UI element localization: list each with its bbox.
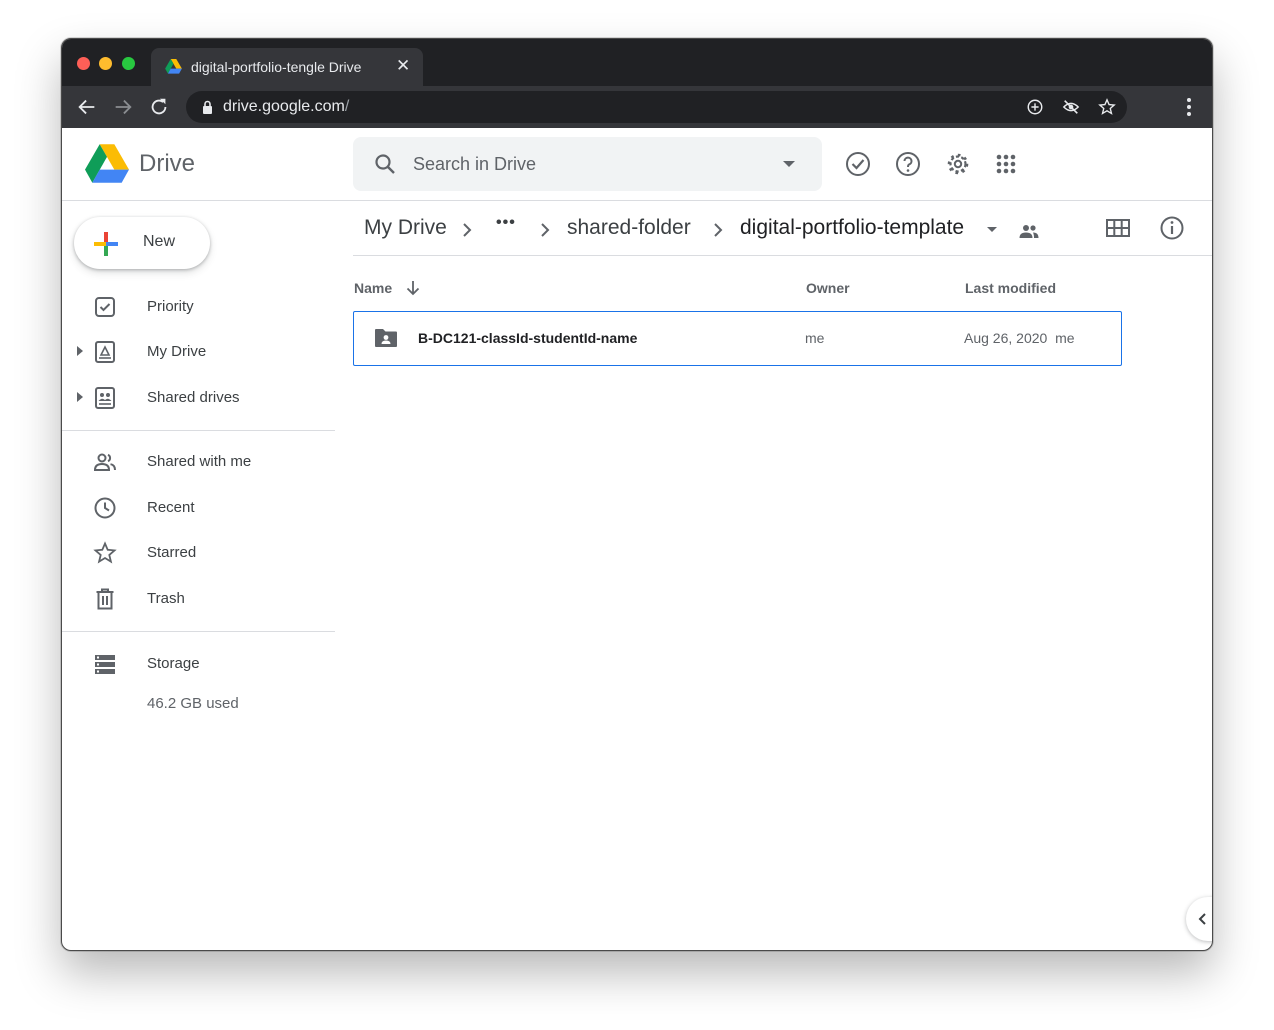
my-drive-icon <box>95 341 115 363</box>
shared-drives-icon <box>95 387 115 409</box>
install-app-icon[interactable] <box>1026 98 1044 116</box>
main-divider <box>353 255 1212 256</box>
breadcrumb-shared-folder[interactable]: shared-folder <box>567 216 691 240</box>
maximize-window-button[interactable] <box>122 57 135 70</box>
new-button-label: New <box>143 233 176 250</box>
browser-tab[interactable]: digital-portfolio-tengle Drive ✕ <box>151 48 423 86</box>
folder-menu-dropdown-icon[interactable] <box>984 223 1000 237</box>
address-bar[interactable]: drive.google.com/ <box>186 91 1127 123</box>
url-text: drive.google.com/ <box>223 98 349 116</box>
clock-icon <box>94 497 116 519</box>
new-button[interactable]: New <box>74 217 210 269</box>
offline-ready-icon[interactable] <box>844 150 872 178</box>
browser-menu-icon[interactable] <box>1179 96 1199 118</box>
info-icon[interactable] <box>1159 215 1185 241</box>
sidebar-item-trash[interactable]: Trash <box>62 581 334 617</box>
bookmark-star-icon[interactable] <box>1098 98 1116 116</box>
file-name: B-DC121-classId-studentId-name <box>418 330 638 346</box>
sidebar-item-shared-drives[interactable]: Shared drives <box>62 380 334 416</box>
tab-title: digital-portfolio-tengle Drive <box>191 59 362 75</box>
chevron-right-icon <box>541 223 550 237</box>
minimize-window-button[interactable] <box>99 57 112 70</box>
sidebar-item-label: Shared drives <box>147 389 240 406</box>
sidebar-item-starred[interactable]: Starred <box>62 535 334 571</box>
star-icon <box>93 541 117 564</box>
sidebar-item-priority[interactable]: Priority <box>62 289 334 325</box>
sidebar-item-label: Trash <box>147 590 185 607</box>
drive-logo-icon[interactable] <box>85 144 129 184</box>
storage-label: Storage <box>147 655 200 672</box>
close-window-button[interactable] <box>77 57 90 70</box>
sidebar-item-label: Priority <box>147 298 194 315</box>
plus-icon <box>94 232 118 256</box>
shared-folder-icon <box>375 329 397 347</box>
sidebar-item-label: Starred <box>147 544 197 561</box>
search-bar <box>353 137 822 191</box>
storage-icon <box>95 655 115 674</box>
shared-folder-people-icon[interactable] <box>1018 221 1040 241</box>
url-path: / <box>344 98 350 115</box>
url-host: drive.google.com <box>223 98 345 115</box>
back-arrow-icon[interactable] <box>76 96 98 118</box>
browser-toolbar: drive.google.com/ <box>62 86 1212 128</box>
chevron-left-icon <box>1198 913 1206 925</box>
sidebar-divider <box>62 430 335 431</box>
file-owner: me <box>805 330 825 346</box>
help-icon[interactable] <box>894 150 922 178</box>
people-icon <box>93 453 116 471</box>
apps-grid-icon[interactable] <box>992 150 1020 178</box>
table-row[interactable]: B-DC121-classId-studentId-name me Aug 26… <box>353 311 1122 366</box>
column-header-owner[interactable]: Owner <box>806 280 850 296</box>
browser-window: digital-portfolio-tengle Drive ✕ drive.g… <box>61 38 1213 951</box>
file-last-modified: Aug 26, 2020 me <box>964 330 1075 346</box>
drive-favicon-icon <box>165 59 182 74</box>
sidebar-divider <box>62 631 335 632</box>
forward-arrow-icon[interactable] <box>112 96 134 118</box>
breadcrumb-my-drive[interactable]: My Drive <box>364 216 447 240</box>
breadcrumb-more[interactable]: ••• <box>496 214 516 232</box>
sidebar-item-recent[interactable]: Recent <box>62 490 334 526</box>
settings-gear-icon[interactable] <box>944 150 972 178</box>
breadcrumb-current-folder[interactable]: digital-portfolio-template <box>740 216 964 240</box>
title-bar: digital-portfolio-tengle Drive ✕ <box>62 39 1212 86</box>
priority-icon <box>95 297 115 317</box>
tab-close-icon[interactable]: ✕ <box>396 56 410 76</box>
sidebar-item-my-drive[interactable]: My Drive <box>62 334 334 370</box>
sidebar-item-label: Recent <box>147 499 195 516</box>
search-icon[interactable] <box>373 152 397 176</box>
sidebar-item-label: Shared with me <box>147 453 252 470</box>
grid-view-icon[interactable] <box>1105 217 1131 239</box>
sidebar-item-shared-with-me[interactable]: Shared with me <box>62 444 334 480</box>
search-options-icon[interactable] <box>778 156 800 172</box>
sidebar-item-label: My Drive <box>147 343 207 360</box>
sort-arrow-down-icon[interactable] <box>404 279 422 297</box>
trash-icon <box>96 588 114 610</box>
column-header-last-modified[interactable]: Last modified <box>965 280 1056 296</box>
sidebar-item-storage[interactable]: Storage <box>62 646 334 682</box>
app-name[interactable]: Drive <box>139 150 195 178</box>
lock-icon <box>203 100 212 114</box>
side-panel-toggle-button[interactable] <box>1186 897 1212 941</box>
storage-used-text: 46.2 GB used <box>147 695 239 712</box>
chevron-right-icon <box>463 223 472 237</box>
eye-off-icon[interactable] <box>1062 98 1080 116</box>
column-header-name[interactable]: Name <box>354 280 392 296</box>
search-input[interactable] <box>413 149 773 179</box>
drive-header: Drive <box>62 128 1212 201</box>
chevron-right-icon <box>714 223 723 237</box>
reload-icon[interactable] <box>148 96 170 118</box>
expand-arrow-icon[interactable] <box>76 345 84 357</box>
expand-arrow-icon[interactable] <box>76 391 84 403</box>
